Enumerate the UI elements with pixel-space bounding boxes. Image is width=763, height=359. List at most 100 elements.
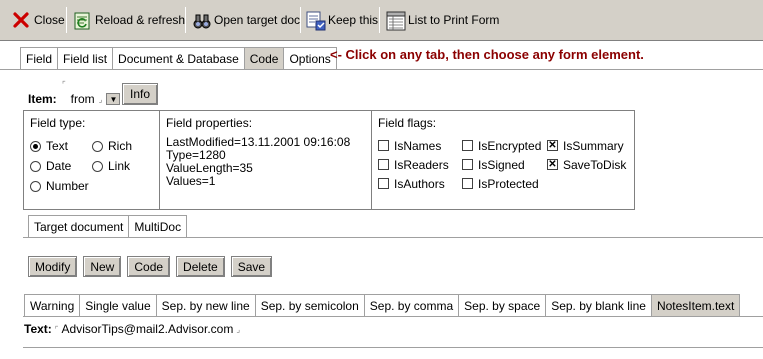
checkbox-isencrypted[interactable]: IsEncrypted <box>462 136 547 155</box>
field-flags-title: Field flags: <box>378 116 437 130</box>
close-button[interactable]: Close <box>12 8 65 32</box>
binoculars-icon <box>192 11 211 29</box>
checkbox-savetodisk[interactable]: ✕ SaveToDisk <box>547 155 627 174</box>
checkbox-issummary-label: IsSummary <box>563 138 624 153</box>
checkbox-isreaders-label: IsReaders <box>394 157 449 172</box>
field-start-marker-icon: ⌜ <box>54 324 59 334</box>
checkbox-icon <box>462 159 473 170</box>
radio-rich-label: Rich <box>108 139 133 153</box>
checked-icon: ✕ <box>547 159 558 170</box>
text-label: Text: <box>24 322 52 336</box>
checkbox-isprotected[interactable]: IsProtected <box>462 174 547 193</box>
code-button[interactable]: Code <box>127 256 171 277</box>
tab-field-list[interactable]: Field list <box>58 47 114 69</box>
radio-link-label: Link <box>108 159 131 173</box>
checkbox-issigned[interactable]: IsSigned <box>462 155 547 174</box>
close-icon <box>12 11 30 29</box>
checkbox-isauthors[interactable]: IsAuthors <box>378 174 462 193</box>
info-button[interactable]: Info <box>122 83 158 105</box>
list-to-print-label: List to Print Form <box>408 13 500 27</box>
radio-link[interactable]: Link <box>92 156 154 176</box>
property-values: Values=1 <box>166 174 216 188</box>
toolbar-separator <box>185 7 186 33</box>
tab-sep-comma[interactable]: Sep. by comma <box>364 294 460 316</box>
tab-sep-semicolon[interactable]: Sep. by semicolon <box>255 294 365 316</box>
new-button[interactable]: New <box>83 256 122 277</box>
toolbar-separator <box>379 7 380 33</box>
delete-button[interactable]: Delete <box>176 256 225 277</box>
item-dropdown-button[interactable]: ▼ <box>106 93 121 105</box>
field-flags-list: IsNames IsEncrypted ✕ IsSummary IsReaders… <box>378 136 628 193</box>
checkbox-icon <box>378 178 389 189</box>
field-properties-group: Field properties: LastModified=13.11.200… <box>160 111 372 209</box>
field-properties-title: Field properties: <box>166 116 253 130</box>
radio-icon <box>92 160 103 172</box>
field-flags-group: Field flags: IsNames IsEncrypted ✕ IsSumm… <box>372 111 634 209</box>
open-target-doc-button[interactable]: Open target doc <box>192 8 300 32</box>
item-selector: Item: from ⌟ ▼ <box>28 88 121 110</box>
tab-sep-space[interactable]: Sep. by space <box>459 294 547 316</box>
radio-number[interactable]: Number <box>30 176 92 196</box>
tab-warning[interactable]: Warning <box>24 294 81 316</box>
checkbox-issummary[interactable]: ✕ IsSummary <box>547 136 627 155</box>
keep-icon <box>306 11 326 31</box>
checked-icon: ✕ <box>547 140 558 151</box>
reload-icon <box>73 11 91 30</box>
open-target-label: Open target doc <box>214 13 301 27</box>
field-type-options: Text Rich Date Link Number <box>30 136 153 196</box>
checkbox-icon <box>462 178 473 189</box>
tab-target-document[interactable]: Target document <box>28 215 130 237</box>
save-button[interactable]: Save <box>230 256 273 277</box>
radio-selected-icon <box>30 140 41 152</box>
toolbar-separator <box>300 7 301 33</box>
text-value-field[interactable]: AdvisorTips@mail2.Advisor.com <box>62 322 234 336</box>
radio-icon <box>30 180 41 192</box>
value-tab-rule <box>23 316 763 317</box>
tab-sep-blank-line[interactable]: Sep. by blank line <box>546 294 652 316</box>
keep-this-button[interactable]: Keep this <box>306 8 378 32</box>
main-tabs: Field Field list Document & Database Cod… <box>20 47 337 69</box>
tab-multidoc[interactable]: MultiDoc <box>129 215 188 237</box>
radio-text-label: Text <box>46 139 69 153</box>
list-to-print-button[interactable]: List to Print Form <box>386 8 499 32</box>
tab-sep-new-line[interactable]: Sep. by new line <box>156 294 256 316</box>
field-type-title: Field type: <box>30 116 86 130</box>
tab-code[interactable]: Code <box>244 47 285 69</box>
document-tab-rule <box>23 237 763 238</box>
modify-button[interactable]: Modify <box>28 256 78 277</box>
radio-text[interactable]: Text <box>30 136 92 156</box>
tab-field[interactable]: Field <box>20 47 59 69</box>
field-end-marker-icon: ⌟ <box>236 324 241 334</box>
checkbox-icon <box>462 140 473 151</box>
reload-refresh-button[interactable]: Reload & refresh <box>73 8 185 32</box>
bottom-divider <box>23 347 763 348</box>
checkbox-isnames-label: IsNames <box>394 138 442 153</box>
field-details-panel: Field type: Text Rich Date Link Number F… <box>23 110 635 210</box>
checkbox-icon <box>378 159 389 170</box>
checkbox-isprotected-label: IsProtected <box>478 176 539 191</box>
radio-date[interactable]: Date <box>30 156 92 176</box>
checkbox-savetodisk-label: SaveToDisk <box>563 157 627 172</box>
tab-document-database[interactable]: Document & Database <box>113 47 245 69</box>
radio-icon <box>92 140 103 152</box>
checkbox-isnames[interactable]: IsNames <box>378 136 462 155</box>
item-label: Item: <box>28 92 57 106</box>
tab-options[interactable]: Options <box>284 47 337 69</box>
action-buttons: Modify New Code Delete Save <box>28 256 273 277</box>
keep-this-label: Keep this <box>328 13 379 27</box>
radio-number-label: Number <box>46 179 89 193</box>
radio-rich[interactable]: Rich <box>92 136 154 156</box>
field-end-marker-icon: ⌟ <box>98 94 103 104</box>
tab-single-value[interactable]: Single value <box>80 294 157 316</box>
item-value[interactable]: from <box>71 92 95 106</box>
checkbox-isreaders[interactable]: IsReaders <box>378 155 462 174</box>
tab-strip-rule <box>0 69 763 70</box>
hint-text: <- Click on any tab, then choose any for… <box>330 47 644 62</box>
toolbar-separator <box>66 7 67 33</box>
checkbox-issigned-label: IsSigned <box>478 157 525 172</box>
checkbox-isauthors-label: IsAuthors <box>394 176 445 191</box>
toolbar: Close Reload & refresh Open target doc K… <box>0 0 763 41</box>
list-icon <box>386 11 406 31</box>
document-tabs: Target document MultiDoc <box>28 215 188 237</box>
tab-notesitem-text[interactable]: NotesItem.text <box>651 294 741 316</box>
